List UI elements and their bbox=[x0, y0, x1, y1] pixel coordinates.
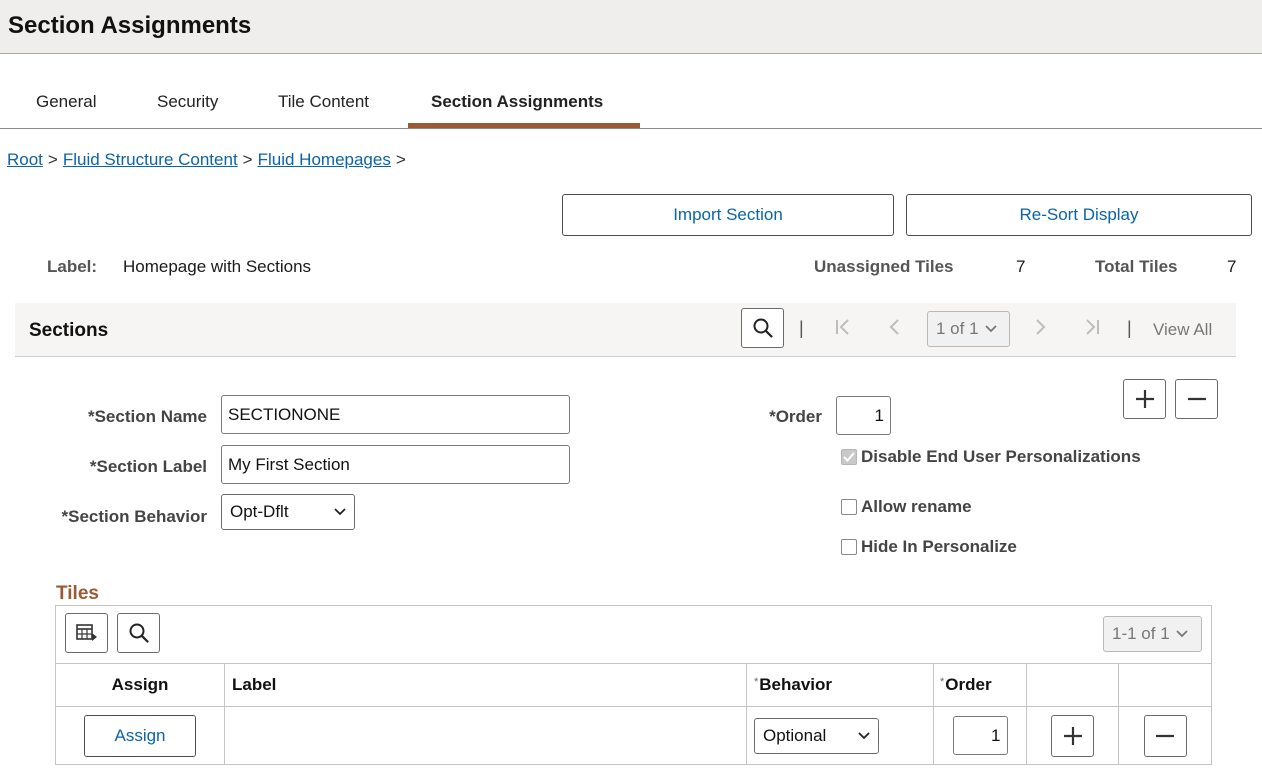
label-value: Homepage with Sections bbox=[123, 257, 312, 276]
assign-button[interactable]: Assign bbox=[84, 714, 196, 757]
sections-pager-select[interactable]: 1 of 1 bbox=[927, 311, 1010, 347]
disable-personalizations-label: Disable End User Personalizations bbox=[861, 447, 1141, 466]
label-caption: Label: bbox=[47, 257, 98, 276]
disable-personalizations-checkbox[interactable] bbox=[841, 449, 857, 465]
plus-icon bbox=[1135, 390, 1154, 408]
required-marker: * bbox=[754, 676, 759, 688]
tiles-grid-toolbar: 1-1 of 1 bbox=[56, 606, 1211, 663]
first-page-icon[interactable] bbox=[833, 316, 853, 343]
hide-in-personalize-checkbox[interactable] bbox=[841, 539, 857, 555]
unassigned-tiles-caption: Unassigned Tiles bbox=[814, 257, 954, 276]
page-title: Section Assignments bbox=[8, 12, 252, 39]
tab-security[interactable]: Security bbox=[157, 92, 218, 112]
behavior-column-title: Behavior bbox=[759, 675, 833, 694]
plus-icon bbox=[1063, 726, 1082, 745]
next-page-icon[interactable] bbox=[1032, 316, 1048, 343]
delete-section-button[interactable] bbox=[1175, 379, 1218, 419]
required-marker: * bbox=[940, 676, 945, 688]
column-header-delete bbox=[1119, 664, 1211, 706]
chevron-down-icon bbox=[1176, 630, 1188, 638]
chevron-down-icon bbox=[984, 325, 997, 333]
tab-tile-content[interactable]: Tile Content bbox=[278, 92, 369, 112]
tab-general[interactable]: General bbox=[36, 92, 96, 112]
column-header-label: Label bbox=[225, 664, 747, 706]
column-header-add bbox=[1027, 664, 1119, 706]
total-tiles-caption: Total Tiles bbox=[1095, 257, 1178, 276]
active-tab-indicator bbox=[408, 123, 640, 128]
last-page-icon[interactable] bbox=[1082, 316, 1102, 343]
add-row-cell bbox=[1027, 707, 1119, 764]
table-row: Assign Optional 1 bbox=[56, 707, 1211, 764]
tiles-heading: Tiles bbox=[56, 583, 99, 604]
view-all-link[interactable]: View All bbox=[1153, 320, 1212, 340]
unassigned-tiles-value: 7 bbox=[1016, 257, 1026, 276]
chevron-down-icon bbox=[334, 508, 346, 516]
sections-search-button[interactable] bbox=[741, 308, 784, 348]
breadcrumb-separator: > bbox=[242, 150, 253, 169]
search-icon bbox=[129, 623, 149, 643]
section-behavior-value: Opt-Dflt bbox=[230, 502, 289, 521]
order-input[interactable]: 1 bbox=[836, 396, 891, 435]
delete-row-cell bbox=[1119, 707, 1211, 764]
column-header-order: * Order bbox=[934, 664, 1027, 706]
title-bar: Section Assignments bbox=[0, 0, 1262, 54]
grid-settings-icon bbox=[75, 624, 97, 641]
tiles-search-button[interactable] bbox=[117, 613, 160, 653]
section-name-label: *Section Name bbox=[87, 407, 207, 426]
column-header-assign: Assign bbox=[56, 664, 225, 706]
search-icon bbox=[753, 318, 773, 338]
tiles-grid: 1-1 of 1 Assign Label * Behavior * Order A… bbox=[55, 605, 1212, 765]
tile-behavior-select[interactable]: Optional bbox=[754, 717, 879, 754]
breadcrumb-separator: > bbox=[395, 150, 406, 169]
behavior-cell: Optional bbox=[747, 707, 934, 764]
breadcrumb: Root > Fluid Structure Content > Fluid Homep… bbox=[7, 150, 411, 170]
minus-icon bbox=[1156, 734, 1174, 737]
sections-heading: Sections bbox=[29, 320, 109, 341]
total-tiles-value: 7 bbox=[1227, 257, 1237, 276]
breadcrumb-separator: > bbox=[47, 150, 58, 169]
order-column-title: Order bbox=[945, 675, 992, 694]
section-behavior-select[interactable]: Opt-Dflt bbox=[221, 494, 355, 530]
tiles-grid-header: Assign Label * Behavior * Order bbox=[56, 663, 1211, 707]
order-label: *Order bbox=[769, 407, 822, 426]
section-label-label: *Section Label bbox=[89, 457, 207, 476]
label-cell bbox=[225, 707, 747, 764]
toolbar-separator: | bbox=[799, 318, 804, 338]
tile-order-input[interactable]: 1 bbox=[952, 716, 1008, 755]
sections-header-bar: Sections bbox=[15, 303, 1236, 357]
column-header-behavior: * Behavior bbox=[747, 664, 934, 706]
checkmark-icon bbox=[843, 452, 855, 462]
hide-in-personalize-label: Hide In Personalize bbox=[861, 537, 1017, 556]
add-tile-row-button[interactable] bbox=[1051, 714, 1094, 757]
resort-display-button[interactable]: Re-Sort Display bbox=[906, 194, 1252, 236]
minus-icon bbox=[1187, 397, 1206, 401]
order-cell: 1 bbox=[934, 707, 1027, 764]
import-section-button[interactable]: Import Section bbox=[562, 194, 894, 236]
delete-tile-row-button[interactable] bbox=[1143, 714, 1187, 757]
chevron-down-icon bbox=[858, 731, 870, 739]
allow-rename-label: Allow rename bbox=[861, 497, 972, 516]
sections-pager-value: 1 of 1 bbox=[936, 319, 979, 338]
section-behavior-label: *Section Behavior bbox=[61, 507, 208, 526]
tab-section-assignments[interactable]: Section Assignments bbox=[431, 92, 603, 112]
breadcrumb-fluid-homepages-link[interactable]: Fluid Homepages bbox=[258, 150, 391, 169]
add-section-button[interactable] bbox=[1123, 379, 1166, 419]
assign-cell: Assign bbox=[56, 707, 225, 764]
previous-page-icon[interactable] bbox=[887, 316, 903, 343]
section-label-input[interactable]: My First Section bbox=[221, 445, 570, 484]
breadcrumb-root-link[interactable]: Root bbox=[7, 150, 43, 169]
tab-bar: General Security Tile Content Section As… bbox=[0, 84, 1262, 129]
tiles-pager-value: 1-1 of 1 bbox=[1112, 624, 1170, 643]
tile-behavior-value: Optional bbox=[763, 725, 827, 745]
allow-rename-checkbox[interactable] bbox=[841, 499, 857, 515]
personalize-grid-button[interactable] bbox=[65, 613, 108, 653]
breadcrumb-fluid-structure-content-link[interactable]: Fluid Structure Content bbox=[63, 150, 238, 169]
tiles-pager-select[interactable]: 1-1 of 1 bbox=[1103, 616, 1202, 652]
toolbar-separator: | bbox=[1127, 318, 1132, 338]
section-name-input[interactable]: SECTIONONE bbox=[221, 395, 570, 434]
